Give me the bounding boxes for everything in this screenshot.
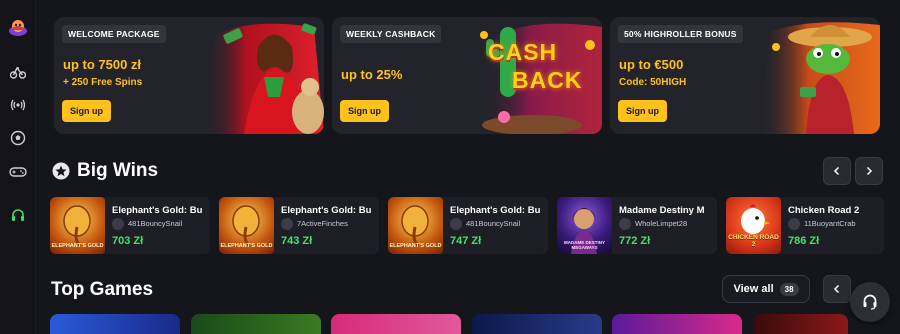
big-win-card[interactable]: CHICKEN ROAD 2 Chicken Road 2 11BuoyantC… [726, 197, 884, 254]
sidebar [0, 0, 36, 334]
game-tile[interactable] [191, 314, 321, 334]
chevron-right-icon [866, 166, 873, 176]
big-win-card[interactable]: ELEPHANT'S GOLD Elephant's Gold: Bu 481B… [50, 197, 210, 254]
win-username: 481BouncySnail [128, 219, 183, 228]
promo-highroller-bonus[interactable]: 50% HIGHROLLER BONUS up to €500 Code: 50… [610, 17, 880, 134]
highroller-frog-illustration [760, 22, 880, 134]
promo-subtitle: Code: 50HIGH [619, 77, 687, 88]
game-thumbnail-text: ELEPHANT'S GOLD [389, 243, 442, 249]
game-thumbnail: CHICKEN ROAD 2 [726, 197, 781, 254]
user-avatar-icon [112, 218, 124, 230]
game-thumbnail-text: ELEPHANT'S GOLD [220, 243, 273, 249]
win-username: 481BouncySnail [466, 219, 521, 228]
win-amount: 703 Zł [112, 235, 144, 247]
view-all-button[interactable]: View all 38 [722, 275, 810, 303]
promo-tag: WELCOME PACKAGE [62, 25, 166, 43]
promo-subtitle: + 250 Free Spins [63, 77, 143, 88]
game-tile[interactable] [612, 314, 742, 334]
support-headset-icon[interactable] [8, 206, 28, 226]
user-avatar-icon [619, 218, 631, 230]
game-thumbnail-text: MADAME DESTINY MEGAWAYS [563, 240, 605, 250]
brand-logo[interactable] [6, 16, 30, 40]
game-thumbnail: ELEPHANT'S GOLD [219, 197, 274, 254]
win-game-name: Chicken Road 2 [788, 205, 860, 216]
user-avatar-icon [281, 218, 293, 230]
win-amount: 786 Zł [788, 235, 820, 247]
gamepad-icon[interactable] [8, 162, 28, 182]
welcome-dancer-illustration [204, 23, 324, 134]
win-amount: 743 Zł [281, 235, 313, 247]
win-amount: 772 Zł [619, 235, 651, 247]
game-thumbnail: ELEPHANT'S GOLD [388, 197, 443, 254]
game-tile[interactable] [472, 314, 602, 334]
promo-welcome-package[interactable]: WELCOME PACKAGE up to 7500 zł + 250 Free… [54, 17, 324, 134]
big-wins-prev-button[interactable] [823, 157, 851, 185]
big-win-card[interactable]: MADAME DESTINY MEGAWAYS Madame Destiny M… [557, 197, 717, 254]
user-avatar-icon [788, 218, 800, 230]
win-game-name: Elephant's Gold: Bu [281, 205, 372, 216]
live-support-button[interactable] [850, 282, 890, 322]
big-wins-next-button[interactable] [855, 157, 883, 185]
promo-title: up to 25% [341, 67, 403, 82]
win-username: 11BuoyantCrab [804, 219, 856, 228]
promo-title: up to €500 [619, 57, 684, 72]
win-username: 7ActiveFinches [297, 219, 348, 228]
win-game-name: Elephant's Gold: Bu [112, 205, 203, 216]
cashback-art-text-back: BACK [512, 67, 583, 93]
win-game-name: Elephant's Gold: Bu [450, 205, 541, 216]
game-thumbnail: ELEPHANT'S GOLD [50, 197, 105, 254]
sign-up-button[interactable]: Sign up [618, 100, 667, 122]
win-amount: 747 Zł [450, 235, 482, 247]
game-thumbnail-text: ELEPHANT'S GOLD [51, 243, 104, 249]
win-username: WholeLimpet28 [635, 219, 688, 228]
big-wins-title: Big Wins [77, 160, 159, 181]
star-icon [52, 162, 70, 180]
promo-weekly-cashback[interactable]: CASH BACK WEEKLY CASHBACK up to 25% Sign… [332, 17, 602, 134]
headset-icon [863, 294, 877, 310]
cashback-art-text-cash: CASH [488, 39, 558, 65]
games-count-badge: 38 [779, 282, 799, 296]
top-games-title: Top Games [51, 279, 154, 300]
sign-up-button[interactable]: Sign up [62, 100, 111, 122]
chevron-left-icon [833, 284, 840, 294]
user-avatar-icon [450, 218, 462, 230]
win-game-name: Madame Destiny M [619, 205, 705, 216]
promo-tag: WEEKLY CASHBACK [340, 25, 442, 43]
big-win-card[interactable]: ELEPHANT'S GOLD Elephant's Gold: Bu 7Act… [219, 197, 379, 254]
promo-tag: 50% HIGHROLLER BONUS [618, 25, 743, 43]
game-tile[interactable] [331, 314, 461, 334]
game-thumbnail: MADAME DESTINY MEGAWAYS [557, 197, 612, 254]
live-broadcast-icon[interactable] [8, 95, 28, 115]
soccer-ball-icon[interactable] [8, 128, 28, 148]
game-thumbnail-text: CHICKEN ROAD 2 [728, 234, 779, 248]
game-tile[interactable] [753, 314, 848, 334]
big-win-card[interactable]: ELEPHANT'S GOLD Elephant's Gold: Bu 481B… [388, 197, 548, 254]
promo-title: up to 7500 zł [63, 57, 142, 72]
game-tile[interactable] [50, 314, 180, 334]
bicycle-icon[interactable] [8, 62, 28, 82]
view-all-label: View all [733, 283, 774, 295]
chevron-left-icon [833, 166, 840, 176]
sign-up-button[interactable]: Sign up [340, 100, 389, 122]
top-games-prev-button[interactable] [823, 275, 851, 303]
